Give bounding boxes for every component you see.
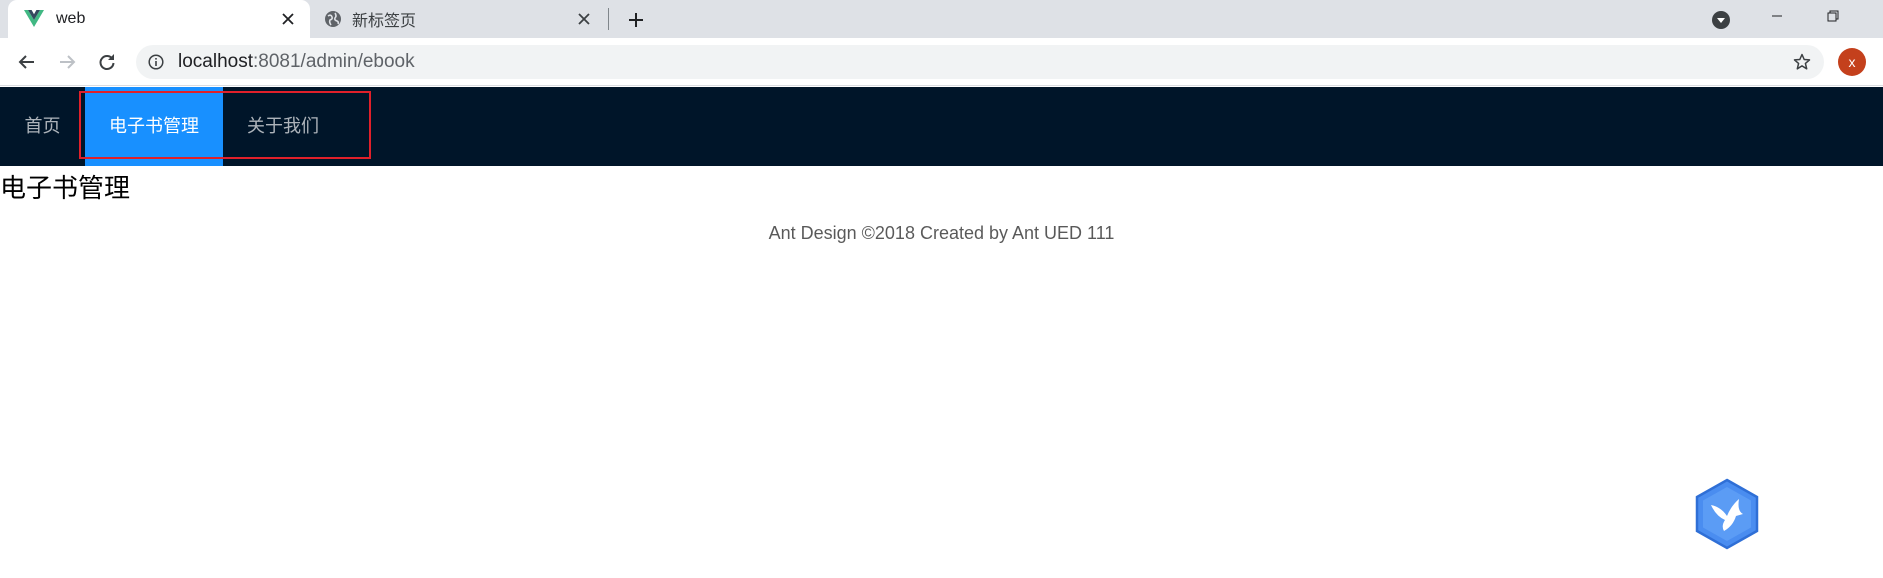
tab-search-button[interactable] (1710, 9, 1732, 31)
app-header: 首页 电子书管理 关于我们 (0, 87, 1883, 166)
tab-separator (608, 8, 609, 30)
plus-icon (629, 13, 643, 27)
page-title: 电子书管理 (0, 173, 131, 203)
tab-title: 新标签页 (352, 13, 417, 30)
arrow-right-icon (60, 55, 76, 69)
vue-logo-icon (24, 10, 44, 28)
tab-new-tab[interactable]: 新标签页 (312, 0, 606, 38)
reload-icon (99, 54, 115, 70)
bookmark-star-icon[interactable] (1792, 52, 1812, 72)
back-button[interactable] (13, 48, 41, 76)
address-bar[interactable]: localhost:8081/admin/ebook (136, 45, 1824, 79)
browser-toolbar: localhost:8081/admin/ebook x (0, 38, 1883, 86)
reload-button[interactable] (93, 48, 121, 76)
menu-item-home[interactable]: 首页 (0, 87, 85, 166)
tab-web[interactable]: web (8, 0, 310, 38)
close-icon[interactable] (278, 9, 298, 29)
minimize-icon (1772, 15, 1782, 17)
browser-tab-strip: web 新标签页 (0, 0, 1883, 38)
arrow-left-icon (18, 55, 34, 69)
new-tab-button[interactable] (624, 8, 648, 32)
url-host: localhost (178, 51, 253, 72)
bird-logo-icon (1695, 478, 1759, 550)
forward-button[interactable] (53, 48, 81, 76)
url-text[interactable]: localhost:8081/admin/ebook (178, 52, 415, 72)
globe-icon (324, 10, 342, 28)
chevron-down-icon (1712, 11, 1730, 29)
tab-title: web (56, 10, 86, 27)
menu-item-ebook-management[interactable]: 电子书管理 (85, 87, 223, 166)
float-bird-button[interactable] (1694, 478, 1760, 550)
url-path: :8081/admin/ebook (253, 51, 415, 72)
info-icon[interactable] (147, 53, 165, 71)
profile-avatar[interactable]: x (1838, 48, 1866, 76)
close-icon[interactable] (574, 9, 594, 29)
menu-item-about-us[interactable]: 关于我们 (223, 87, 343, 166)
footer-text: Ant Design ©2018 Created by Ant UED 111 (768, 223, 1115, 243)
minimize-button[interactable] (1754, 0, 1800, 32)
restore-button[interactable] (1810, 0, 1856, 32)
restore-icon (1827, 10, 1839, 22)
